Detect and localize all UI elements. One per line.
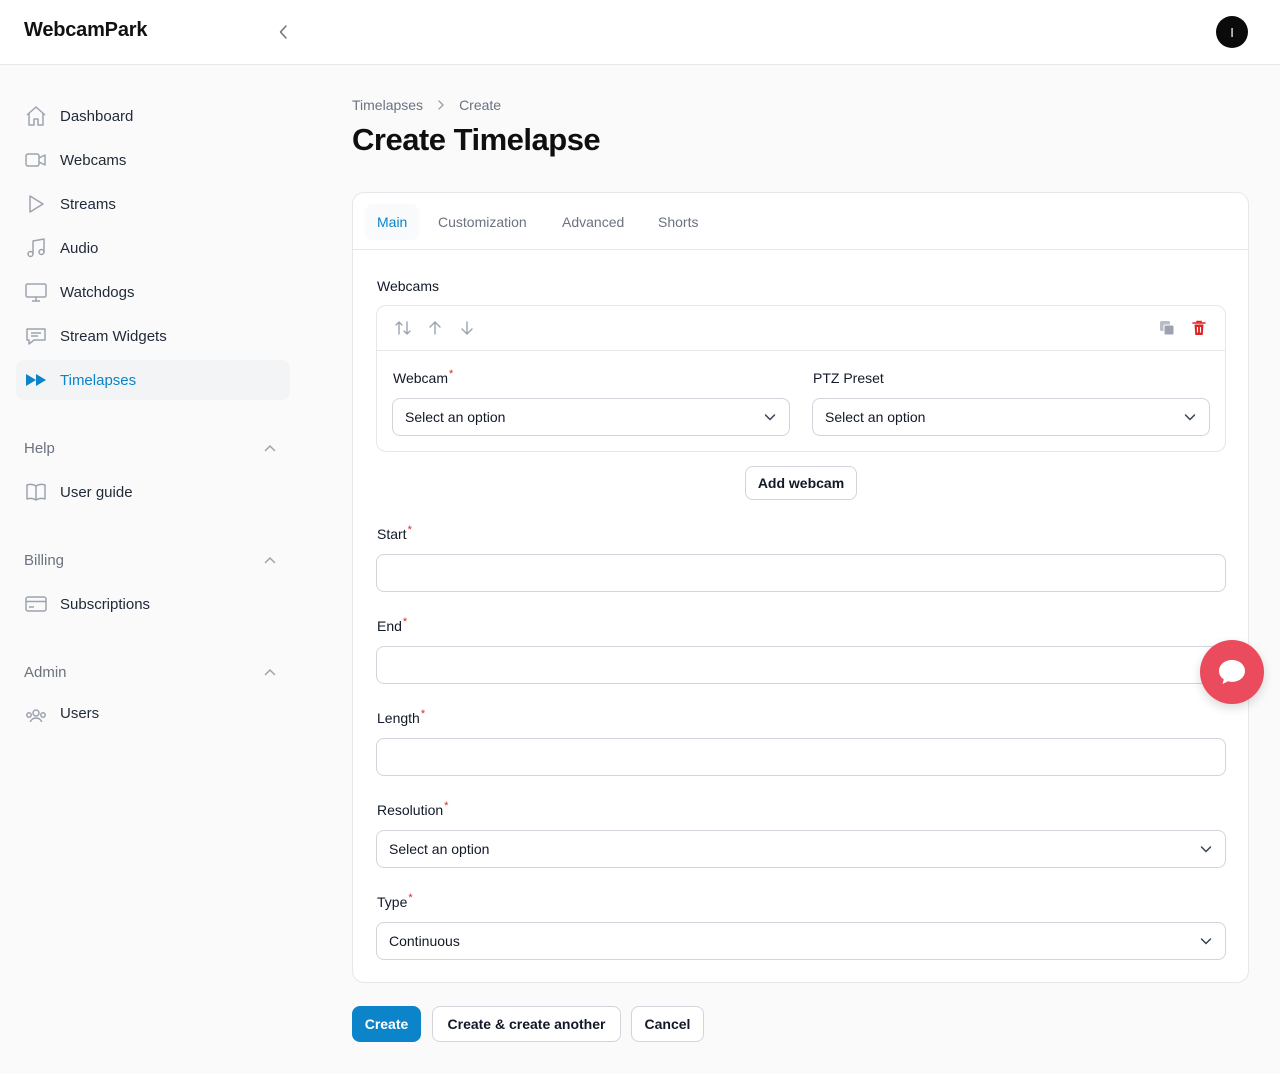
chevron-down-icon — [763, 410, 777, 424]
music-note-icon — [24, 236, 48, 260]
resolution-select-value: Select an option — [389, 841, 490, 857]
required-mark: * — [407, 524, 412, 536]
tab-shorts[interactable]: Shorts — [646, 204, 710, 240]
collapse-sidebar-button[interactable] — [272, 20, 296, 44]
webcam-select-value: Select an option — [405, 409, 506, 425]
create-another-button[interactable]: Create & create another — [432, 1006, 621, 1042]
required-mark: * — [444, 800, 449, 812]
users-icon — [24, 705, 48, 722]
chevron-down-icon — [1199, 842, 1213, 856]
webcam-field-label: Webcam* — [393, 368, 454, 386]
group-admin-toggle[interactable]: Admin — [24, 660, 284, 684]
sidebar-item-audio[interactable]: Audio — [16, 228, 290, 268]
breadcrumb-link-timelapses[interactable]: Timelapses — [352, 97, 423, 113]
fast-forward-icon — [24, 368, 48, 392]
video-camera-icon — [24, 148, 48, 172]
brand-logo[interactable]: WebcamPark — [24, 19, 147, 42]
monitor-icon — [24, 280, 48, 304]
repeater-item-toolbar — [377, 306, 1225, 351]
form-card: Main Customization Advanced Shorts Webca… — [352, 192, 1249, 983]
cancel-button[interactable]: Cancel — [631, 1006, 704, 1042]
group-label: Admin — [24, 663, 67, 681]
group-label: Billing — [24, 551, 65, 569]
home-icon — [24, 104, 48, 128]
type-label: Type* — [377, 892, 413, 910]
end-label: End* — [377, 616, 408, 634]
sidebar-item-label: Watchdogs — [60, 283, 135, 301]
group-billing-toggle[interactable]: Billing — [24, 548, 284, 572]
add-webcam-button[interactable]: Add webcam — [745, 466, 857, 500]
top-bar: WebcamPark I — [0, 0, 1280, 65]
length-label: Length* — [377, 708, 426, 726]
group-help-toggle[interactable]: Help — [24, 436, 284, 460]
tab-bar: Main Customization Advanced Shorts — [353, 193, 1248, 250]
arrow-up-icon[interactable] — [425, 318, 445, 338]
sidebar-item-webcams[interactable]: Webcams — [16, 140, 290, 180]
chevron-right-icon — [435, 99, 447, 111]
sidebar-item-subscriptions[interactable]: Subscriptions — [16, 584, 290, 624]
ptz-preset-label: PTZ Preset — [813, 370, 884, 386]
sidebar-item-label: Users — [60, 705, 100, 722]
sidebar-item-user-guide[interactable]: User guide — [16, 472, 290, 512]
sidebar-item-label: Stream Widgets — [60, 327, 167, 345]
sidebar-item-stream-widgets[interactable]: Stream Widgets — [16, 316, 290, 356]
group-label: Help — [24, 439, 55, 457]
sidebar-item-streams[interactable]: Streams — [16, 184, 290, 224]
sidebar-item-label: Dashboard — [60, 107, 134, 125]
start-input[interactable] — [376, 554, 1226, 592]
credit-card-icon — [24, 592, 48, 616]
ptz-select-value: Select an option — [825, 409, 926, 425]
required-mark: * — [448, 368, 454, 380]
chat-support-button[interactable] — [1200, 640, 1264, 704]
webcams-label: Webcams — [377, 278, 439, 294]
ptz-preset-select[interactable]: Select an option — [812, 398, 1210, 436]
chevron-up-icon — [262, 552, 278, 568]
clone-icon[interactable] — [1157, 318, 1177, 338]
breadcrumb-current: Create — [459, 97, 502, 113]
create-button[interactable]: Create — [352, 1006, 421, 1042]
sidebar-item-label: Timelapses — [60, 371, 137, 389]
chevron-up-icon — [262, 664, 278, 680]
sidebar-item-users[interactable]: Users — [16, 696, 290, 722]
sidebar-item-label: Subscriptions — [60, 595, 151, 613]
play-icon — [24, 192, 48, 216]
sidebar-item-label: User guide — [60, 483, 133, 501]
tab-advanced[interactable]: Advanced — [550, 204, 636, 240]
length-input[interactable] — [376, 738, 1226, 776]
sidebar-item-watchdogs[interactable]: Watchdogs — [16, 272, 290, 312]
sidebar-item-timelapses[interactable]: Timelapses — [16, 360, 290, 400]
resolution-label: Resolution* — [377, 800, 449, 818]
type-select-value: Continuous — [389, 933, 460, 949]
type-select[interactable]: Continuous — [376, 922, 1226, 960]
reorder-icon[interactable] — [393, 318, 413, 338]
required-mark: * — [402, 616, 408, 628]
breadcrumb: Timelapses Create — [352, 97, 501, 113]
trash-icon[interactable] — [1189, 318, 1209, 338]
webcam-select[interactable]: Select an option — [392, 398, 790, 436]
chat-icon — [1219, 660, 1245, 684]
webcam-repeater-item: Webcam* Select an option PTZ Preset Sele… — [376, 305, 1226, 452]
chevron-down-icon — [1199, 934, 1213, 948]
sidebar-item-dashboard[interactable]: Dashboard — [16, 96, 290, 136]
page-title: Create Timelapse — [352, 122, 601, 157]
sidebar-item-label: Webcams — [60, 151, 127, 169]
end-input[interactable] — [376, 646, 1226, 684]
sidebar-item-label: Streams — [60, 195, 116, 213]
start-label: Start* — [377, 524, 412, 542]
tab-main[interactable]: Main — [365, 204, 420, 240]
resolution-select[interactable]: Select an option — [376, 830, 1226, 868]
sidebar: Dashboard Webcams Streams Audio Watchdog… — [0, 65, 306, 1074]
chevron-left-icon — [279, 25, 287, 39]
arrow-down-icon[interactable] — [457, 318, 477, 338]
tab-customization[interactable]: Customization — [426, 204, 539, 240]
chevron-up-icon — [262, 440, 278, 456]
sidebar-item-label: Audio — [60, 239, 99, 257]
avatar[interactable]: I — [1216, 16, 1248, 48]
chat-bubble-icon — [24, 324, 48, 348]
book-icon — [24, 480, 48, 504]
required-mark: * — [408, 892, 413, 904]
required-mark: * — [420, 708, 426, 720]
chevron-down-icon — [1183, 410, 1197, 424]
